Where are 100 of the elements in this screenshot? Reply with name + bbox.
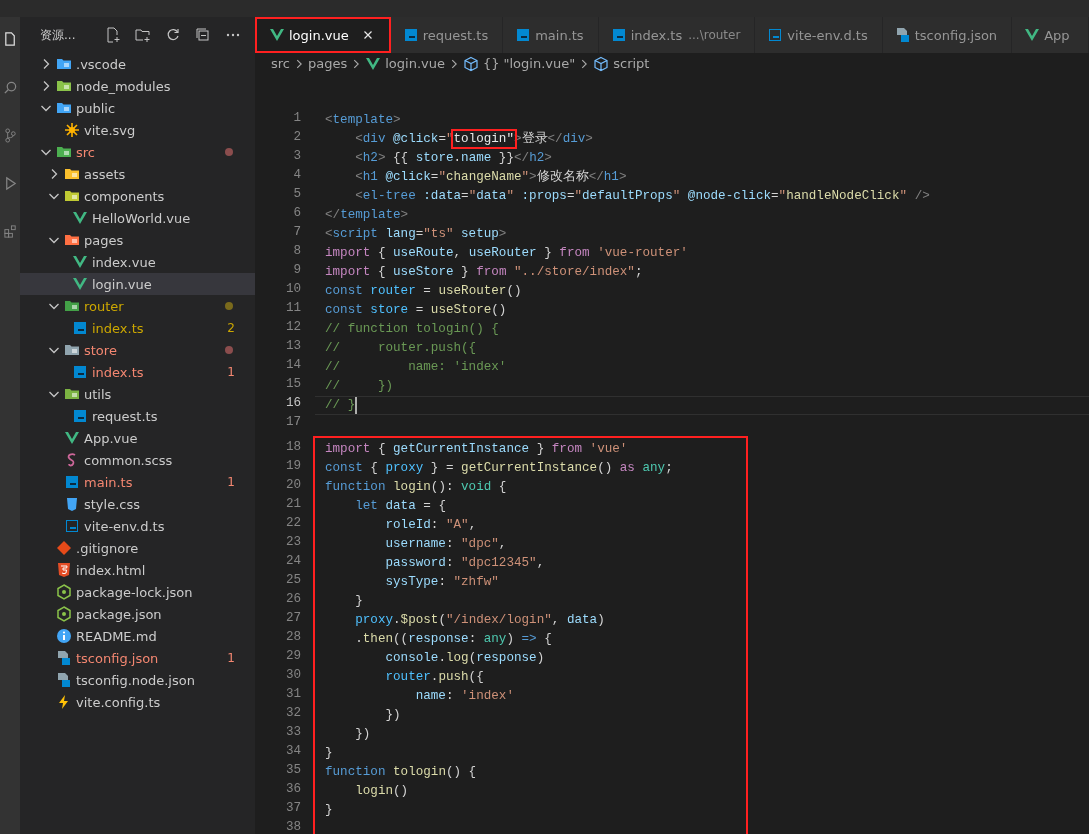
line-number: 18 bbox=[284, 439, 301, 456]
tree-item[interactable]: index.ts 1 bbox=[20, 361, 255, 383]
code-token: { bbox=[376, 442, 387, 456]
hexagon-icon bbox=[56, 584, 72, 600]
tree-item[interactable]: common.scss bbox=[20, 449, 255, 471]
braces-icon: {} bbox=[482, 56, 500, 71]
tree-item[interactable]: tsconfig.json 1 bbox=[20, 647, 255, 669]
code-token: > bbox=[544, 151, 552, 165]
code-token: = bbox=[566, 189, 575, 203]
code-token: < bbox=[354, 189, 363, 203]
line-number: 32 bbox=[284, 705, 301, 722]
tree-item[interactable]: request.ts bbox=[20, 405, 255, 427]
code-token: 'vue' bbox=[589, 442, 628, 456]
new-file-icon[interactable] bbox=[105, 27, 121, 43]
line-number: 29 bbox=[284, 648, 301, 665]
tree-item[interactable]: package.json bbox=[20, 603, 255, 625]
code-token: ; bbox=[665, 461, 673, 475]
tree-item[interactable]: router bbox=[20, 295, 255, 317]
editor-tab[interactable]: App bbox=[1012, 17, 1089, 53]
breadcrumb-item[interactable]: script bbox=[593, 55, 650, 72]
tree-item[interactable]: HelloWorld.vue bbox=[20, 207, 255, 229]
code-token: password bbox=[384, 556, 446, 570]
code-token: " bbox=[778, 189, 787, 203]
tree-item[interactable]: README.md bbox=[20, 625, 255, 647]
document-icon bbox=[56, 672, 72, 688]
code-token: }) bbox=[384, 708, 401, 722]
tree-item[interactable]: vite-env.d.ts bbox=[20, 515, 255, 537]
v-icon bbox=[269, 27, 285, 43]
code-token: = bbox=[414, 303, 425, 317]
code-token: "../store/index" bbox=[514, 265, 635, 279]
code-token: @click bbox=[385, 170, 431, 184]
breadcrumb-item[interactable]: src bbox=[271, 56, 290, 71]
info-icon bbox=[56, 628, 72, 644]
breadcrumb-item[interactable]: pages bbox=[308, 56, 348, 71]
tree-item[interactable]: package-lock.json bbox=[20, 581, 255, 603]
tree-item[interactable]: vite.svg bbox=[20, 119, 255, 141]
files-icon[interactable] bbox=[2, 32, 18, 47]
tree-item[interactable]: index.vue bbox=[20, 251, 255, 273]
v-icon bbox=[72, 210, 88, 226]
code-token: () bbox=[393, 784, 409, 798]
editor-tab[interactable]: tsconfig.json bbox=[882, 17, 1013, 53]
code-token: } bbox=[354, 594, 363, 608]
branch-icon[interactable] bbox=[2, 128, 18, 143]
line-number: 5 bbox=[292, 186, 301, 203]
code-token: : bbox=[438, 575, 447, 589]
tree-item[interactable]: tsconfig.node.json bbox=[20, 669, 255, 691]
collapse-icon[interactable] bbox=[195, 27, 211, 43]
code-token: < bbox=[354, 170, 363, 184]
line-number: 11 bbox=[284, 300, 301, 317]
code-token: > bbox=[498, 227, 507, 241]
breadcrumb-item[interactable]: login.vue bbox=[365, 55, 445, 72]
code-token: void bbox=[461, 480, 492, 494]
tree-item[interactable]: src bbox=[20, 141, 255, 163]
code-token: username bbox=[384, 537, 446, 551]
refresh-icon[interactable] bbox=[165, 27, 181, 43]
breadcrumb-item[interactable]: {} "login.vue" bbox=[462, 55, 576, 72]
code-token: const bbox=[325, 284, 364, 298]
editor-tab[interactable]: vite-env.d.ts bbox=[755, 17, 883, 53]
tree-item[interactable]: main.ts 1 bbox=[20, 471, 255, 493]
editor-tab[interactable]: login.vue bbox=[255, 17, 391, 53]
code-token: const bbox=[325, 303, 364, 317]
editor-tab[interactable]: main.ts bbox=[503, 17, 599, 53]
code-token: "dpc12345" bbox=[461, 556, 537, 570]
tree-item[interactable]: style.css bbox=[20, 493, 255, 515]
code-token: ; bbox=[634, 265, 643, 279]
code-token: data bbox=[476, 189, 507, 203]
code-token: () { bbox=[445, 765, 477, 779]
ts-file-icon bbox=[72, 408, 88, 424]
code-token: template bbox=[332, 113, 394, 127]
code-token: > bbox=[400, 208, 409, 222]
new-folder-icon[interactable] bbox=[135, 27, 151, 43]
code-token: . bbox=[453, 151, 462, 165]
code-token: useRoute bbox=[393, 246, 454, 260]
tree-item[interactable]: index.html bbox=[20, 559, 255, 581]
tree-item[interactable]: node_modules bbox=[20, 75, 255, 97]
tree-item[interactable]: public bbox=[20, 97, 255, 119]
shield-icon bbox=[64, 496, 80, 512]
code-token: tologin bbox=[393, 765, 446, 779]
editor-tab[interactable]: request.ts bbox=[390, 17, 504, 53]
tree-item[interactable]: .vscode bbox=[20, 53, 255, 75]
code-token: any bbox=[642, 461, 666, 475]
tree-item[interactable]: .gitignore bbox=[20, 537, 255, 559]
code-token: from bbox=[551, 442, 583, 456]
tree-item[interactable]: components bbox=[20, 185, 255, 207]
line-number: 38 bbox=[284, 819, 301, 834]
code-token: , bbox=[453, 246, 463, 260]
tree-item[interactable]: index.ts 2 bbox=[20, 317, 255, 339]
tree-item[interactable]: vite.config.ts bbox=[20, 691, 255, 713]
tree-item[interactable]: store bbox=[20, 339, 255, 361]
code-token: proxy bbox=[385, 461, 424, 475]
v-icon bbox=[72, 254, 88, 270]
tree-item[interactable]: assets bbox=[20, 163, 255, 185]
tree-item[interactable]: pages bbox=[20, 229, 255, 251]
tree-item[interactable]: App.vue bbox=[20, 427, 255, 449]
editor-tab[interactable]: index.ts ...\router bbox=[598, 17, 756, 53]
code-token: data bbox=[385, 499, 416, 513]
search-icon[interactable] bbox=[2, 80, 18, 95]
tree-item[interactable]: login.vue bbox=[20, 273, 255, 295]
tree-item[interactable]: utils bbox=[20, 383, 255, 405]
blocks-icon[interactable] bbox=[2, 224, 18, 239]
